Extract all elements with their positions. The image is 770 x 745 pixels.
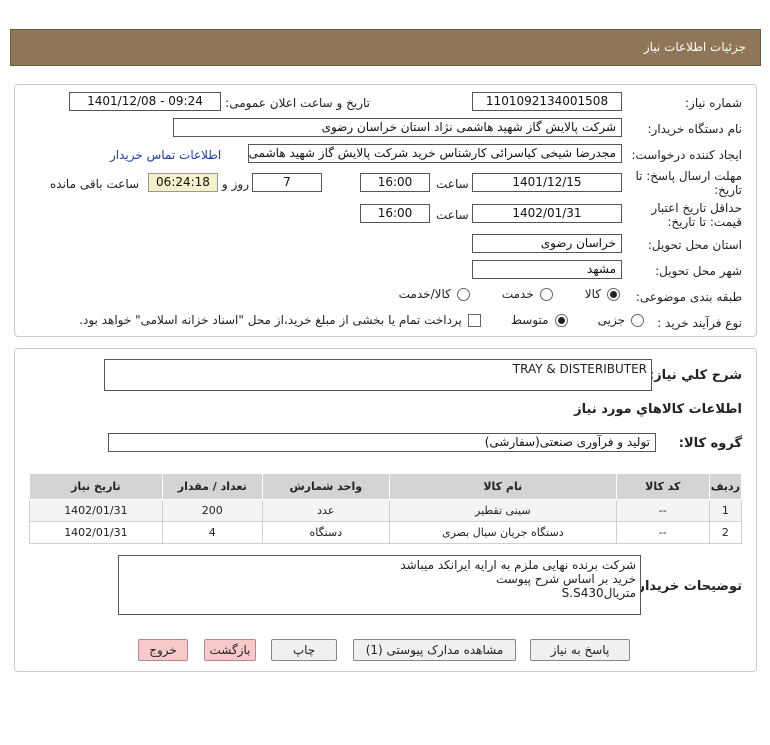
days-remaining-field: 7 — [252, 173, 322, 192]
col-qty-header: تعداد / مقدار — [161, 473, 263, 500]
view-documents-button[interactable]: مشاهده مدارک پیوستی (1) — [353, 639, 516, 661]
cell-unit: عدد — [261, 499, 390, 522]
col-unit-header: واحد شمارش — [261, 473, 390, 500]
buyer-notes-line: خرید بر اساس شرح پیوست — [495, 572, 636, 586]
col-row-header: ردیف — [708, 473, 743, 500]
category-label: طبقه بندی موضوعی: — [635, 290, 742, 304]
buyer-notes-label: توضیحات خریدار: — [632, 579, 742, 594]
cell-date: 1402/01/31 — [29, 521, 163, 544]
delivery-city-label: شهر محل تحویل: — [655, 264, 742, 278]
cell-name: دستگاه جریان سیال بصری — [388, 521, 617, 544]
col-date-header: تاریخ نیاز — [29, 473, 163, 500]
buyer-contact-link[interactable]: اطلاعات تماس خریدار — [110, 148, 221, 162]
delivery-province-field: خراسان رضوی — [472, 234, 622, 253]
page-title: جزئیات اطلاعات نیاز — [643, 40, 746, 54]
category-options: کالا خدمت کالا/خدمت — [399, 287, 620, 301]
process-minor-radio[interactable] — [631, 313, 644, 327]
cell-date: 1402/01/31 — [29, 499, 163, 522]
process-minor-label: جزیی — [597, 313, 625, 327]
announce-field: 1401/12/08 - 09:24 — [69, 92, 221, 111]
validity-label: حداقل تاریخ اعتبار — [651, 201, 742, 215]
table-row: 1 -- سینی تقطیر عدد 200 1402/01/31 — [29, 499, 743, 522]
category-service-radio[interactable] — [539, 287, 553, 301]
cell-row: 1 — [708, 499, 743, 522]
remaining-time-field: 06:24:18 — [148, 173, 218, 192]
table-header-row: ردیف کد کالا نام کالا واحد شمارش تعداد /… — [29, 473, 743, 500]
exit-button[interactable]: خروج — [138, 639, 188, 661]
deadline-time-label: ساعت — [436, 177, 469, 191]
delivery-city-field: مشهد — [472, 260, 622, 279]
validity-date-field: 1402/01/31 — [472, 204, 622, 223]
category-goods-radio[interactable] — [607, 287, 620, 301]
process-type-label: نوع فرآیند خرید : — [657, 316, 742, 330]
announce-label: تاریخ و ساعت اعلان عمومی: — [225, 96, 370, 110]
goods-group-label: گروه کالا: — [678, 436, 742, 451]
deadline-time-field: 16:00 — [360, 173, 430, 192]
cell-qty: 200 — [161, 499, 263, 522]
back-button[interactable]: بازگشت — [204, 639, 256, 661]
cell-qty: 4 — [161, 521, 263, 544]
delivery-province-label: استان محل تحویل: — [647, 238, 742, 252]
category-goods-service-label: کالا/خدمت — [398, 287, 451, 301]
cell-unit: دستگاه — [261, 521, 390, 544]
buyer-notes-field: شرکت برنده نهایی ملزم به ارایه ایرانکد م… — [118, 555, 641, 615]
treasury-payment-checkbox[interactable] — [467, 313, 481, 327]
cell-row: 2 — [708, 521, 743, 544]
process-type-options: جزیی متوسط پرداخت تمام یا بخشی از مبلغ خ… — [79, 313, 644, 327]
print-button[interactable]: چاپ — [271, 639, 337, 661]
requester-field: مجدرضا شیخی کیاسرائی کارشناس خرید شرکت پ… — [248, 144, 622, 163]
cell-code: -- — [615, 521, 710, 544]
process-medium-radio[interactable] — [554, 313, 568, 327]
treasury-payment-note: پرداخت تمام یا بخشی از مبلغ خرید،از محل … — [79, 313, 462, 327]
requester-label: ایجاد کننده درخواست: — [631, 148, 742, 162]
deadline-label-date: تاریخ: — [714, 183, 742, 197]
category-goods-label: کالا — [584, 287, 601, 301]
general-desc-label: شرح کلي نياز: — [648, 368, 742, 383]
page-header: جزئیات اطلاعات نیاز — [10, 29, 761, 66]
table-row: 2 -- دستگاه جریان سیال بصری دستگاه 4 140… — [29, 521, 743, 544]
buyer-org-field: شرکت پالایش گاز شهید هاشمی نژاد استان خر… — [173, 118, 622, 137]
deadline-date-field: 1401/12/15 — [472, 173, 622, 192]
general-desc-field: TRAY & DISTERIBUTER — [104, 359, 652, 391]
reply-button[interactable]: پاسخ به نیاز — [530, 639, 630, 661]
general-desc-value: TRAY & DISTERIBUTER — [512, 362, 647, 376]
days-label: روز و — [222, 177, 249, 191]
remaining-time-label: ساعت باقی مانده — [50, 177, 140, 191]
deadline-label: مهلت ارسال پاسخ: تا — [635, 169, 742, 183]
category-goods-service-radio[interactable] — [456, 287, 470, 301]
category-service-label: خدمت — [501, 287, 534, 301]
need-number-label: شماره نیاز: — [685, 96, 742, 110]
col-code-header: کد کالا — [615, 473, 710, 500]
cell-code: -- — [615, 499, 710, 522]
buyer-notes-line: شرکت برنده نهایی ملزم به ارایه ایرانکد م… — [400, 558, 636, 572]
goods-info-title: اطلاعات کالاهاي مورد نياز — [574, 402, 742, 417]
process-medium-label: متوسط — [510, 313, 549, 327]
goods-table: ردیف کد کالا نام کالا واحد شمارش تعداد /… — [29, 473, 743, 544]
validity-time-field: 16:00 — [360, 204, 430, 223]
validity-label-date: قیمت: تا تاریخ: — [667, 215, 742, 229]
col-name-header: نام کالا — [388, 473, 617, 500]
goods-group-field: تولید و فرآوری صنعتی(سفارشی) — [108, 433, 656, 452]
cell-name: سینی تقطیر — [388, 499, 617, 522]
buyer-notes-line: متریالS.S430 — [561, 586, 636, 600]
need-number-field: 1101092134001508 — [472, 92, 622, 111]
validity-time-label: ساعت — [436, 208, 469, 222]
buyer-org-label: نام دستگاه خریدار: — [647, 122, 743, 136]
